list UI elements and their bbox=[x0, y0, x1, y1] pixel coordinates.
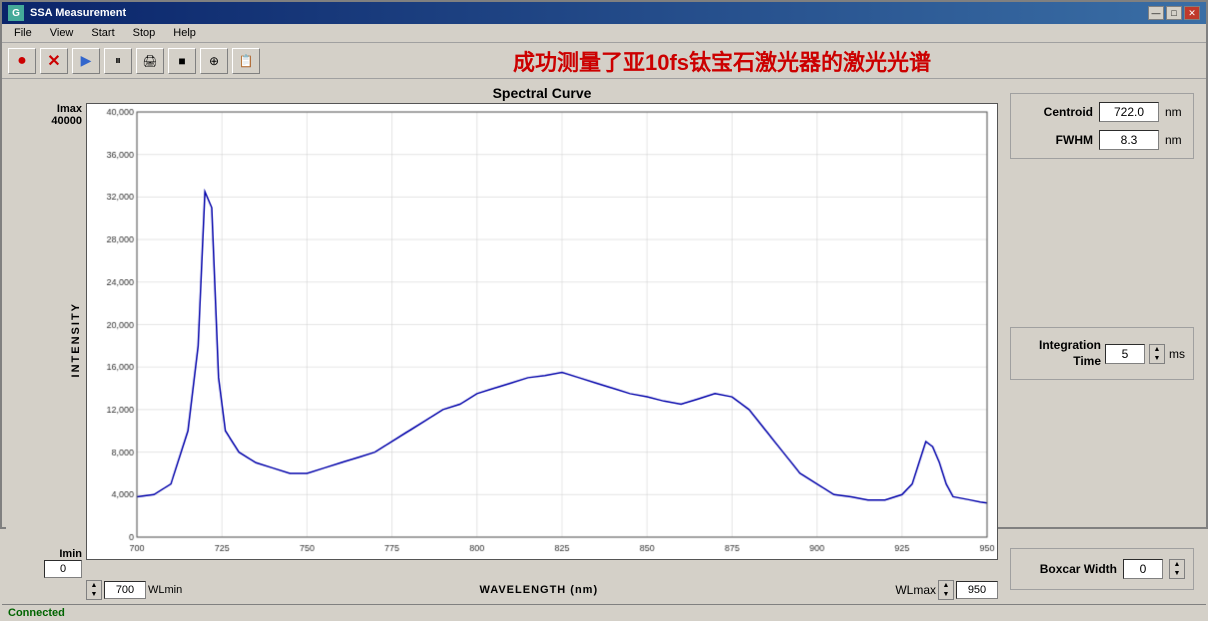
fwhm-unit: nm bbox=[1165, 133, 1185, 147]
imin-input[interactable] bbox=[44, 560, 82, 578]
boxcar-group: Boxcar Width ▲ ▼ bbox=[1010, 548, 1194, 590]
toolbar-title: 成功测量了亚10fs钛宝石激光器的激光光谱 bbox=[264, 45, 1200, 77]
integration-spin[interactable]: ▲ ▼ bbox=[1149, 344, 1165, 364]
integration-group: IntegrationTime ▲ ▼ ms bbox=[1010, 327, 1194, 380]
wlmax-down[interactable]: ▼ bbox=[939, 590, 953, 599]
wlmin-spin[interactable]: ▲ ▼ bbox=[86, 580, 102, 600]
fwhm-label: FWHM bbox=[1056, 133, 1093, 147]
integration-unit: ms bbox=[1169, 347, 1185, 361]
chart-area: Spectral Curve Imax 40000 INTENSITY Imin bbox=[6, 83, 998, 600]
centroid-input[interactable] bbox=[1099, 102, 1159, 122]
wlmin-input[interactable] bbox=[104, 581, 146, 599]
centroid-row: Centroid nm bbox=[1019, 102, 1185, 122]
fwhm-row: FWHM nm bbox=[1019, 130, 1185, 150]
menu-help[interactable]: Help bbox=[165, 26, 204, 40]
toolbar-clipboard[interactable]: 📋 bbox=[232, 48, 260, 74]
chart-container: Imax 40000 INTENSITY Imin bbox=[6, 103, 998, 578]
menu-bar: File View Start Stop Help bbox=[2, 24, 1206, 43]
title-bar: G SSA Measurement — □ ✕ bbox=[2, 2, 1206, 24]
wlmax-up[interactable]: ▲ bbox=[939, 581, 953, 590]
chart-bottom: ▲ ▼ WLmin WAVELENGTH (nm) WLmax ▲ ▼ bbox=[6, 578, 998, 600]
imin-label: Imin bbox=[59, 548, 82, 560]
toolbar-stop-square[interactable]: ■ bbox=[168, 48, 196, 74]
toolbar-cursor[interactable]: ⊕ bbox=[200, 48, 228, 74]
fwhm-input[interactable] bbox=[1099, 130, 1159, 150]
menu-view[interactable]: View bbox=[42, 26, 82, 40]
window-title: SSA Measurement bbox=[30, 7, 126, 19]
wlmax-input[interactable] bbox=[956, 581, 998, 599]
integration-label: IntegrationTime bbox=[1039, 338, 1101, 369]
centroid-label: Centroid bbox=[1044, 105, 1093, 119]
close-button[interactable]: ✕ bbox=[1184, 6, 1200, 20]
imax-value: 40000 bbox=[51, 115, 82, 127]
boxcar-spin[interactable]: ▲ ▼ bbox=[1169, 559, 1185, 579]
plot-wrapper bbox=[86, 103, 998, 578]
app-icon: G bbox=[8, 5, 24, 21]
title-controls: — □ ✕ bbox=[1148, 6, 1200, 20]
status-bar: Connected bbox=[2, 604, 1206, 621]
toolbar-record[interactable]: ● bbox=[8, 48, 36, 74]
wlmin-label: WLmin bbox=[148, 584, 182, 596]
toolbar-print[interactable]: 🖨 bbox=[136, 48, 164, 74]
integration-up[interactable]: ▲ bbox=[1150, 345, 1164, 354]
toolbar-pause[interactable]: ⏸ bbox=[104, 48, 132, 74]
imax-label: Imax bbox=[57, 103, 82, 115]
wlmin-up[interactable]: ▲ bbox=[87, 581, 101, 590]
menu-file[interactable]: File bbox=[6, 26, 40, 40]
y-axis-area: Imax 40000 INTENSITY Imin bbox=[6, 103, 86, 578]
wlmin-control: ▲ ▼ WLmin bbox=[86, 580, 182, 600]
wlmax-label: WLmax bbox=[895, 583, 936, 597]
boxcar-up[interactable]: ▲ bbox=[1170, 560, 1184, 569]
minimize-button[interactable]: — bbox=[1148, 6, 1164, 20]
menu-stop[interactable]: Stop bbox=[125, 26, 164, 40]
maximize-button[interactable]: □ bbox=[1166, 6, 1182, 20]
title-bar-left: G SSA Measurement bbox=[8, 5, 126, 21]
chart-title: Spectral Curve bbox=[86, 83, 998, 103]
integration-row: IntegrationTime ▲ ▼ ms bbox=[1019, 338, 1185, 369]
right-panel: Centroid nm FWHM nm IntegrationTime ▲ bbox=[1002, 83, 1202, 600]
imin-area: Imin bbox=[44, 548, 82, 578]
toolbar-stop-red[interactable]: ✕ bbox=[40, 48, 68, 74]
main-content: Spectral Curve Imax 40000 INTENSITY Imin bbox=[2, 79, 1206, 604]
wlmax-control: WLmax ▲ ▼ bbox=[895, 580, 998, 600]
status-text: Connected bbox=[8, 607, 65, 619]
wlmax-spin[interactable]: ▲ ▼ bbox=[938, 580, 954, 600]
menu-start[interactable]: Start bbox=[83, 26, 122, 40]
boxcar-row: Boxcar Width ▲ ▼ bbox=[1019, 559, 1185, 579]
boxcar-input[interactable] bbox=[1123, 559, 1163, 579]
wavelength-label: WAVELENGTH (nm) bbox=[186, 584, 891, 596]
centroid-unit: nm bbox=[1165, 105, 1185, 119]
intensity-label: INTENSITY bbox=[70, 302, 82, 377]
main-window: G SSA Measurement — □ ✕ File View Start … bbox=[0, 0, 1208, 529]
integration-input[interactable] bbox=[1105, 344, 1145, 364]
integration-down[interactable]: ▼ bbox=[1150, 354, 1164, 363]
toolbar-play[interactable]: ▶ bbox=[72, 48, 100, 74]
boxcar-down[interactable]: ▼ bbox=[1170, 569, 1184, 578]
measurement-group: Centroid nm FWHM nm bbox=[1010, 93, 1194, 159]
toolbar: ● ✕ ▶ ⏸ 🖨 ■ ⊕ 📋 成功测量了亚10fs钛宝石激光器的激光光谱 bbox=[2, 43, 1206, 79]
wlmin-down[interactable]: ▼ bbox=[87, 590, 101, 599]
boxcar-label: Boxcar Width bbox=[1040, 562, 1117, 576]
spectral-canvas bbox=[86, 103, 998, 560]
